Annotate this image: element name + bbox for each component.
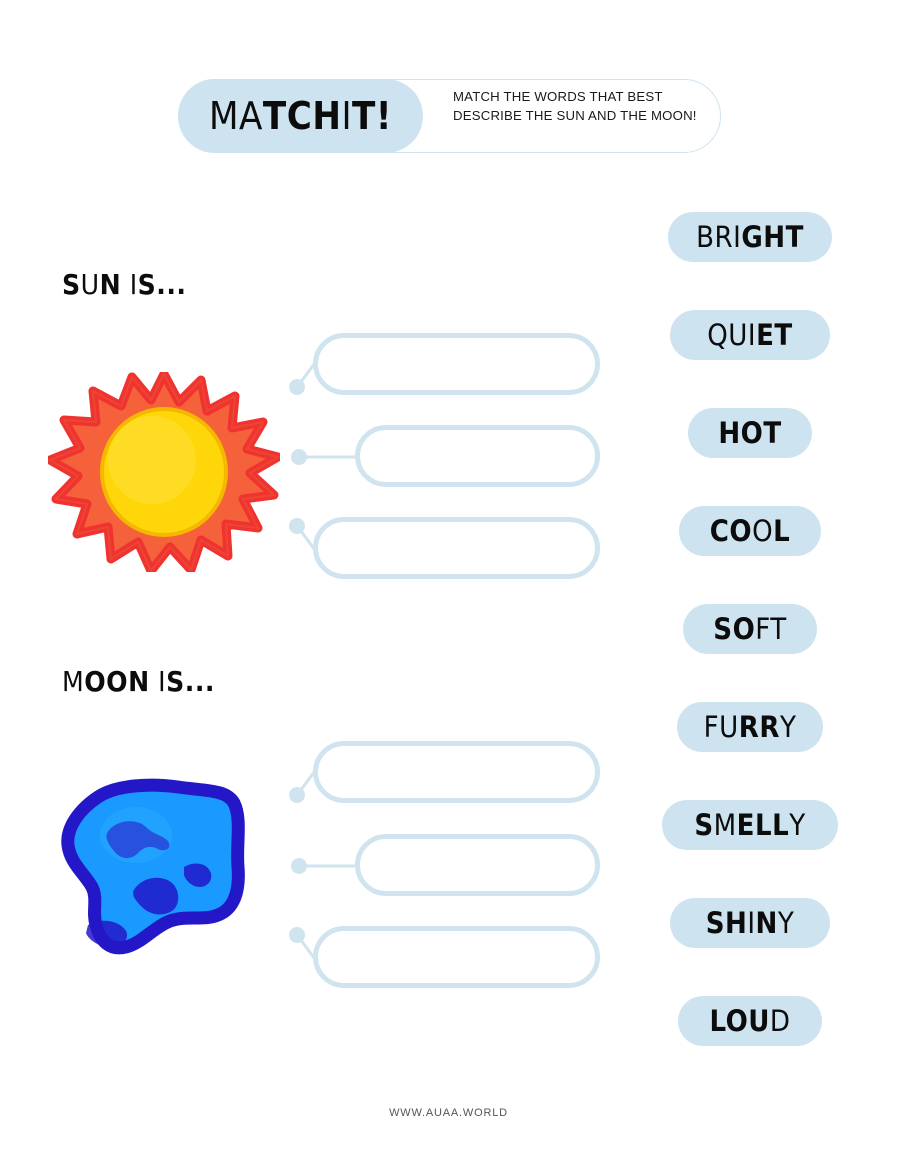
section-heading-sun: SUN IS...: [62, 268, 187, 301]
word-pill-label: HOT: [718, 416, 782, 450]
answer-blank-sun-2[interactable]: [355, 425, 600, 487]
word-pill-label: SHINY: [705, 906, 795, 940]
word-pill-quiet[interactable]: QUIET: [670, 310, 830, 360]
answer-row-sun-1: [289, 330, 610, 400]
word-pill-shiny[interactable]: SHINY: [670, 898, 830, 948]
answer-blank-sun-1[interactable]: [313, 333, 600, 395]
sun-illustration: [48, 372, 280, 572]
answer-blank-moon-1[interactable]: [313, 741, 600, 803]
word-pill-label: LOUD: [709, 1004, 791, 1038]
word-pill-bright[interactable]: BRIGHT: [668, 212, 832, 262]
instructions-text: MATCH THE WORDS THAT BEST DESCRIBE THE S…: [453, 89, 697, 123]
page-title: MA TCH I T!: [209, 94, 392, 138]
section-heading-moon: MOON IS...: [62, 665, 215, 698]
answer-blank-moon-3[interactable]: [313, 926, 600, 988]
word-pill-soft[interactable]: SOFT: [683, 604, 817, 654]
word-pill-loud[interactable]: LOUD: [678, 996, 822, 1046]
word-pill-label: SMELLY: [694, 808, 806, 842]
word-pill-label: FURRY: [703, 710, 797, 744]
word-pill-hot[interactable]: HOT: [688, 408, 812, 458]
answer-row-sun-3: [289, 514, 610, 584]
word-pill-furry[interactable]: FURRY: [677, 702, 823, 752]
footer-url: WWW.AUAA.WORLD: [389, 1107, 508, 1119]
answer-row-moon-2: [290, 831, 610, 901]
word-pill-label: QUIET: [707, 318, 793, 352]
moon-illustration: [61, 778, 245, 955]
worksheet-page: MA TCH I T! MATCH THE WORDS THAT BEST DESC…: [0, 0, 897, 1163]
word-pill-smelly[interactable]: SMELLY: [662, 800, 838, 850]
answer-row-moon-1: [289, 738, 610, 808]
word-pill-label: COOL: [709, 514, 791, 548]
answer-blank-sun-3[interactable]: [313, 517, 600, 579]
word-pill-label: SOFT: [713, 612, 787, 646]
answer-blank-moon-2[interactable]: [355, 834, 600, 896]
word-pill-label: BRIGHT: [696, 220, 804, 254]
word-pill-cool[interactable]: COOL: [679, 506, 821, 556]
answer-row-sun-2: [290, 422, 610, 492]
answer-row-moon-3: [289, 923, 610, 993]
